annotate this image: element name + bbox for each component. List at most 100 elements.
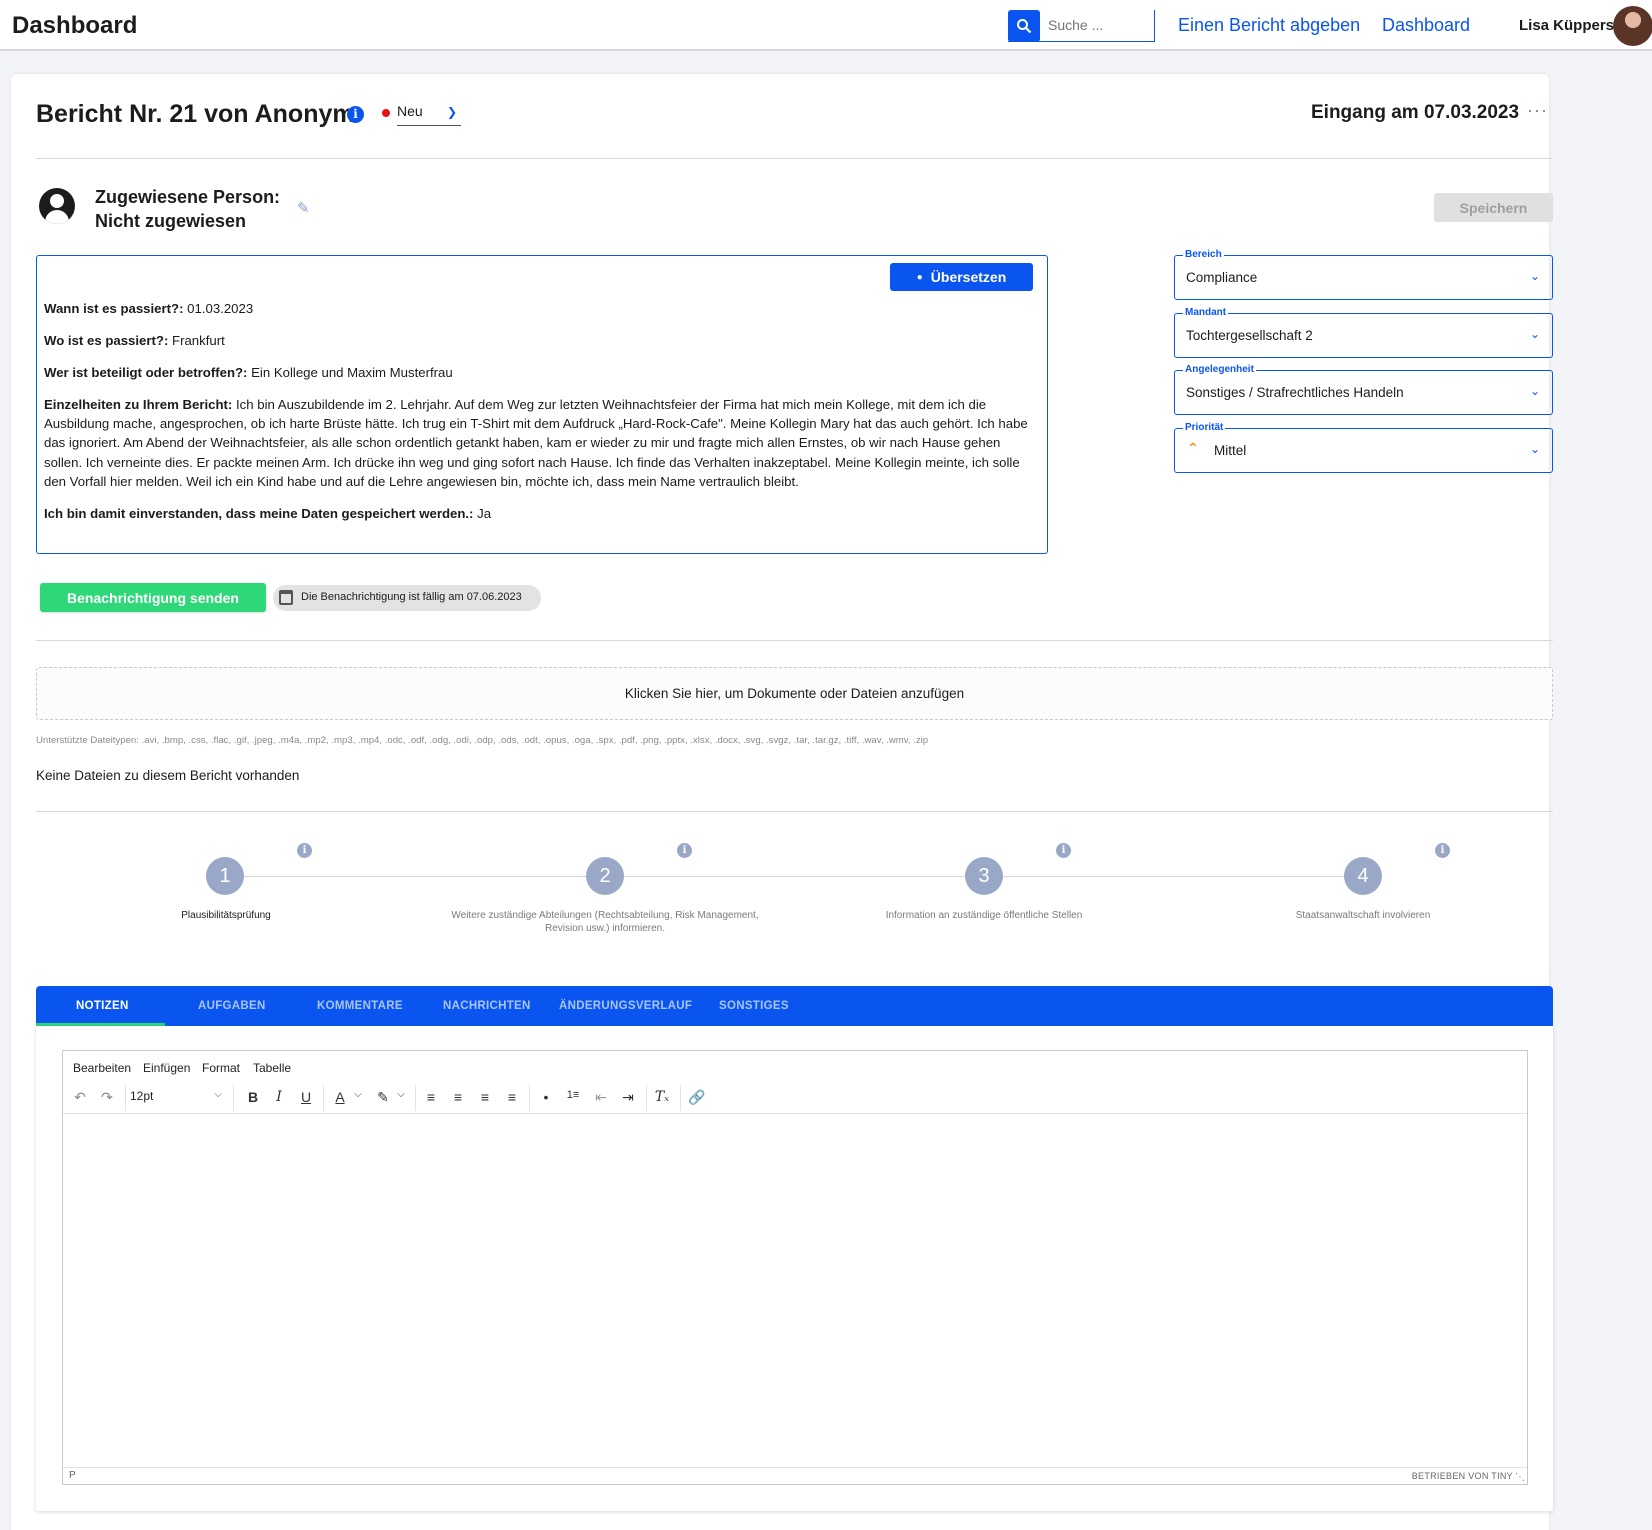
menu-einfuegen[interactable]: Einfügen [143,1061,190,1075]
chevron-down-icon[interactable]: ⌵ [390,1089,412,1100]
angelegenheit-select[interactable]: Angelegenheit Sonstiges / Strafrechtlich… [1174,364,1553,415]
field-value: Sonstiges / Strafrechtliches Handeln [1186,385,1404,400]
search-box[interactable] [1008,10,1155,42]
tab-nachrichten[interactable]: NACHRICHTEN [443,986,531,1026]
chevron-down-icon: ⌄ [1529,269,1540,283]
chevron-down-icon: ⌄ [1529,327,1540,341]
menu-bearbeiten[interactable]: Bearbeiten [73,1061,131,1075]
redo-icon[interactable]: ↷ [96,1089,118,1106]
tab-bar: NOTIZEN AUFGABEN KOMMENTARE NACHRICHTEN … [36,986,1553,1026]
field-label: Bereich [1183,249,1224,261]
user-name[interactable]: Lisa Küppers [1519,17,1614,34]
undo-icon[interactable]: ↶ [69,1089,91,1106]
nav-link-submit-report[interactable]: Einen Bericht abgeben [1178,15,1360,36]
field-value: Compliance [1186,270,1258,285]
info-icon[interactable]: i [1056,843,1071,858]
underline-icon[interactable]: U [295,1089,317,1105]
tab-aenderungsverlauf[interactable]: ÄNDERUNGSVERLAUF [559,986,692,1026]
chevron-down-icon: ⌄ [1529,384,1540,398]
step-circle[interactable]: 2 [586,857,624,895]
info-icon[interactable]: i [297,843,312,858]
save-button[interactable]: Speichern [1434,193,1553,222]
field-label: Angelegenheit [1183,364,1256,376]
tab-kommentare[interactable]: KOMMENTARE [317,986,403,1026]
globe-icon: ● [916,271,923,283]
editor-statusbar: P BETRIEBEN VON TINY ⋱ [63,1467,1527,1484]
upload-label: Klicken Sie hier, um Dokumente oder Date… [624,686,965,701]
supported-file-types: Unterstützte Dateitypen: .avi, .bmp, .cs… [36,735,929,746]
step-label: Weitere zuständige Abteilungen (Rechtsab… [451,910,759,934]
file-upload-zone[interactable]: Klicken Sie hier, um Dokumente oder Date… [36,667,1553,720]
step-label: Plausibilitätsprüfung [181,910,271,921]
tab-notizen[interactable]: NOTIZEN [76,986,129,1026]
info-icon[interactable]: i [347,106,364,123]
step-label: Staatsanwaltschaft involvieren [1295,910,1431,921]
avatar[interactable] [1613,6,1652,46]
nav-link-dashboard[interactable]: Dashboard [1382,15,1470,36]
step-circle[interactable]: 1 [206,857,244,895]
info-icon[interactable]: i [677,843,692,858]
align-left-icon[interactable]: ≡ [420,1089,442,1105]
step-circle[interactable]: 3 [965,857,1003,895]
editor-content-area[interactable] [63,1114,1527,1469]
translate-button[interactable]: ● Übersetzen [890,263,1033,291]
report-field: Einzelheiten zu Ihrem Bericht: Ich bin A… [44,397,1028,489]
assigned-person: Zugewiesene Person: Nicht zugewiesen [95,185,280,233]
tab-aufgaben[interactable]: AUFGABEN [198,986,266,1026]
link-icon[interactable]: 🔗 [686,1089,708,1106]
report-title: Bericht Nr. 21 von Anonym [36,100,355,128]
calendar-icon [279,590,293,605]
chevron-down-icon: ⌵ [214,1089,222,1100]
field-value: Tochtergesellschaft 2 [1186,328,1313,343]
align-right-icon[interactable]: ≡ [474,1089,496,1105]
bullet-list-icon[interactable]: • [535,1089,557,1105]
field-label: Priorität [1183,422,1226,434]
rich-text-editor: Bearbeiten Einfügen Format Tabelle ↶ ↷ 1… [62,1050,1528,1485]
translate-label: Übersetzen [930,269,1007,285]
menu-format[interactable]: Format [202,1061,240,1075]
send-notification-button[interactable]: Benachrichtigung senden [40,583,266,612]
report-content-box: ● Übersetzen Wann ist es passiert?: 01.0… [36,255,1048,554]
indent-icon[interactable]: ⇥ [617,1089,639,1106]
field-label: Mandant [1183,307,1229,319]
assigned-person-label: Zugewiesene Person: [95,187,281,207]
outdent-icon[interactable]: ⇤ [590,1089,612,1106]
numbered-list-icon[interactable]: 1≡ [562,1089,584,1101]
more-options-icon[interactable]: ··· [1527,100,1548,121]
prioritaet-select[interactable]: Priorität ⌃ Mittel ⌄ [1174,422,1553,473]
search-input[interactable] [1048,17,1148,33]
italic-icon[interactable]: I [268,1089,290,1105]
align-center-icon[interactable]: ≡ [447,1089,469,1105]
bereich-select[interactable]: Bereich Compliance ⌄ [1174,249,1553,300]
report-field: Wer ist beteiligt oder betroffen?: Ein K… [44,365,453,380]
received-date: Eingang am 07.03.2023 [1311,102,1520,123]
editor-toolbar: ↶ ↷ 12pt ⌵ B I U A ⌵ ✎ ⌵ ≡ ≡ ≡ ≡ • 1≡ ⇤ … [63,1081,1527,1114]
pencil-icon[interactable]: ✎ [297,199,310,217]
tab-sonstiges[interactable]: SONSTIGES [719,986,789,1026]
divider [36,158,1553,159]
status-dot-icon [382,109,390,117]
search-icon [1017,19,1032,34]
field-value: Mittel [1214,443,1247,458]
report-fields: Wann ist es passiert?: 01.03.2023 Wo ist… [44,299,1042,536]
report-field: Wo ist es passiert?: Frankfurt [44,333,225,348]
bold-icon[interactable]: B [242,1089,264,1105]
due-date-chip: Die Benachrichtigung ist fällig am 07.06… [273,585,541,611]
font-size-value: 12pt [130,1089,154,1103]
step-circle[interactable]: 4 [1344,857,1382,895]
search-button[interactable] [1008,10,1040,42]
step-label: Information an zuständige öffentliche St… [885,910,1083,921]
top-bar: Dashboard Einen Bericht abgeben Dashboar… [0,0,1652,51]
clear-formatting-icon[interactable]: Tₓ [651,1089,673,1105]
font-size-select[interactable]: 12pt ⌵ [130,1089,222,1103]
mandant-select[interactable]: Mandant Tochtergesellschaft 2 ⌄ [1174,307,1553,358]
info-icon[interactable]: i [1435,843,1450,858]
status-select[interactable]: Neu ❯ [382,103,461,126]
stepper-line [225,876,1364,877]
align-justify-icon[interactable]: ≡ [501,1089,523,1105]
chevron-down-icon[interactable]: ⌵ [347,1089,369,1100]
resize-handle-icon[interactable]: ⋱ [1515,1472,1525,1483]
editor-branding[interactable]: BETRIEBEN VON TINY [1412,1471,1513,1481]
chevron-down-icon: ⌄ [1529,442,1540,456]
menu-tabelle[interactable]: Tabelle [253,1061,291,1075]
